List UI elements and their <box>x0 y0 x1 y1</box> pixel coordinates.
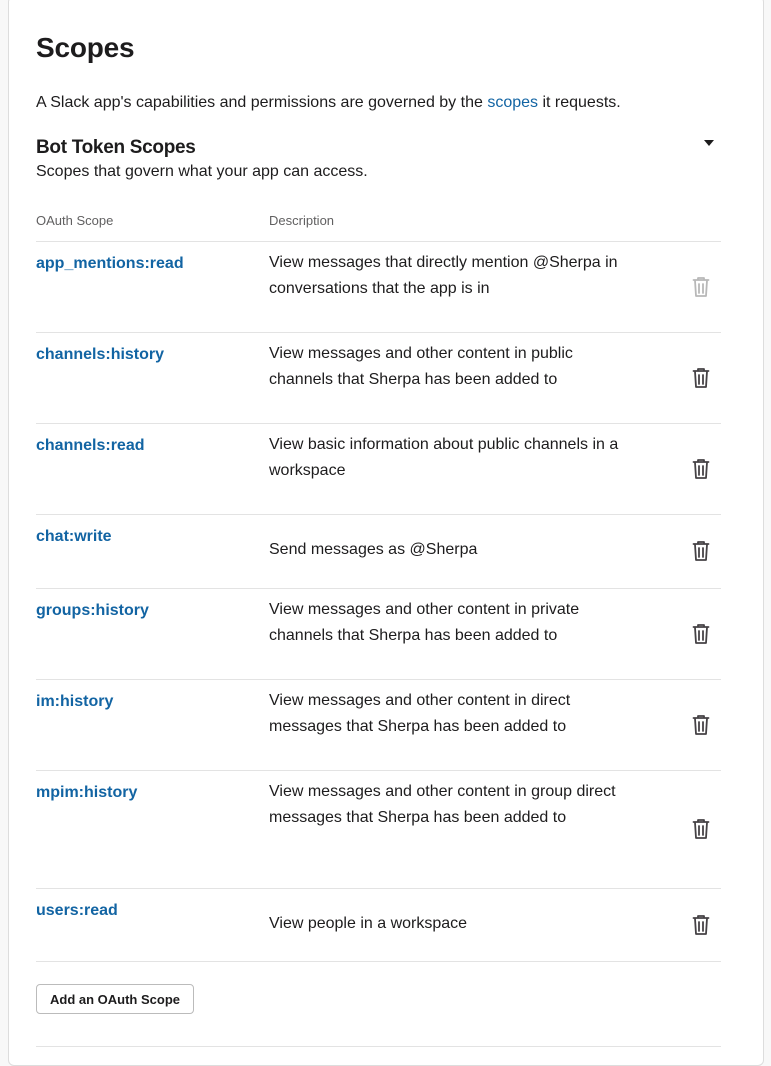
intro-text-after: it requests. <box>538 94 621 111</box>
table-row: users:read View people in a workspace <box>36 888 721 961</box>
bot-token-scopes-title: Bot Token Scopes <box>36 137 196 158</box>
scope-name-link[interactable]: channels:read <box>36 437 144 455</box>
table-row: mpim:history View messages and other cont… <box>36 770 721 888</box>
scope-name-link[interactable]: chat:write <box>36 528 112 546</box>
scope-name-link[interactable]: mpim:history <box>36 784 137 802</box>
scopes-intro: A Slack app's capabilities and permissio… <box>36 94 621 112</box>
trash-icon[interactable] <box>691 914 711 936</box>
table-row: channels:read View basic information abou… <box>36 423 721 514</box>
scope-description: View messages and other content in priva… <box>269 601 580 644</box>
trash-icon <box>691 276 711 298</box>
bot-token-scopes-subtitle: Scopes that govern what your app can acc… <box>36 163 368 180</box>
table-row: groups:history View messages and other co… <box>36 588 721 679</box>
scope-description: View messages and other content in direc… <box>269 692 571 735</box>
scopes-link[interactable]: scopes <box>487 94 538 111</box>
scope-name-link[interactable]: app_mentions:read <box>36 255 184 273</box>
scope-description: View people in a workspace <box>269 915 468 932</box>
row-divider <box>36 961 721 962</box>
scope-name-link[interactable]: im:history <box>36 693 113 711</box>
page-title: Scopes <box>36 32 135 63</box>
add-oauth-scope-button[interactable]: Add an OAuth Scope <box>36 984 194 1014</box>
table-row: im:history View messages and other conten… <box>36 679 721 770</box>
table-row: channels:history View messages and other … <box>36 332 721 423</box>
trash-icon[interactable] <box>691 714 711 736</box>
scope-description: Send messages as @Sherpa <box>269 541 478 558</box>
trash-icon[interactable] <box>691 540 711 562</box>
description-column-header: Description <box>269 213 335 228</box>
scope-name-link[interactable]: users:read <box>36 902 118 920</box>
trash-icon[interactable] <box>691 623 711 645</box>
scope-description: View basic information about public chan… <box>269 436 619 479</box>
scope-description: View messages and other content in publi… <box>269 345 573 388</box>
table-row: app_mentions:read View messages that dire… <box>36 241 721 332</box>
trash-icon[interactable] <box>691 818 711 840</box>
intro-text-before: A Slack app's capabilities and permissio… <box>36 94 488 111</box>
table-row: chat:write Send messages as @Sherpa <box>36 514 721 588</box>
scope-name-link[interactable]: channels:history <box>36 346 164 364</box>
trash-icon[interactable] <box>691 458 711 480</box>
scope-name-link[interactable]: groups:history <box>36 602 149 620</box>
trash-icon[interactable] <box>691 367 711 389</box>
collapse-toggle[interactable] <box>698 132 720 154</box>
scope-description: View messages and other content in group… <box>269 783 616 826</box>
scope-description: View messages that directly mention @She… <box>269 254 618 297</box>
section-divider <box>36 1046 721 1047</box>
oauth-scope-column-header: OAuth Scope <box>36 213 114 228</box>
caret-down-icon <box>704 140 714 146</box>
